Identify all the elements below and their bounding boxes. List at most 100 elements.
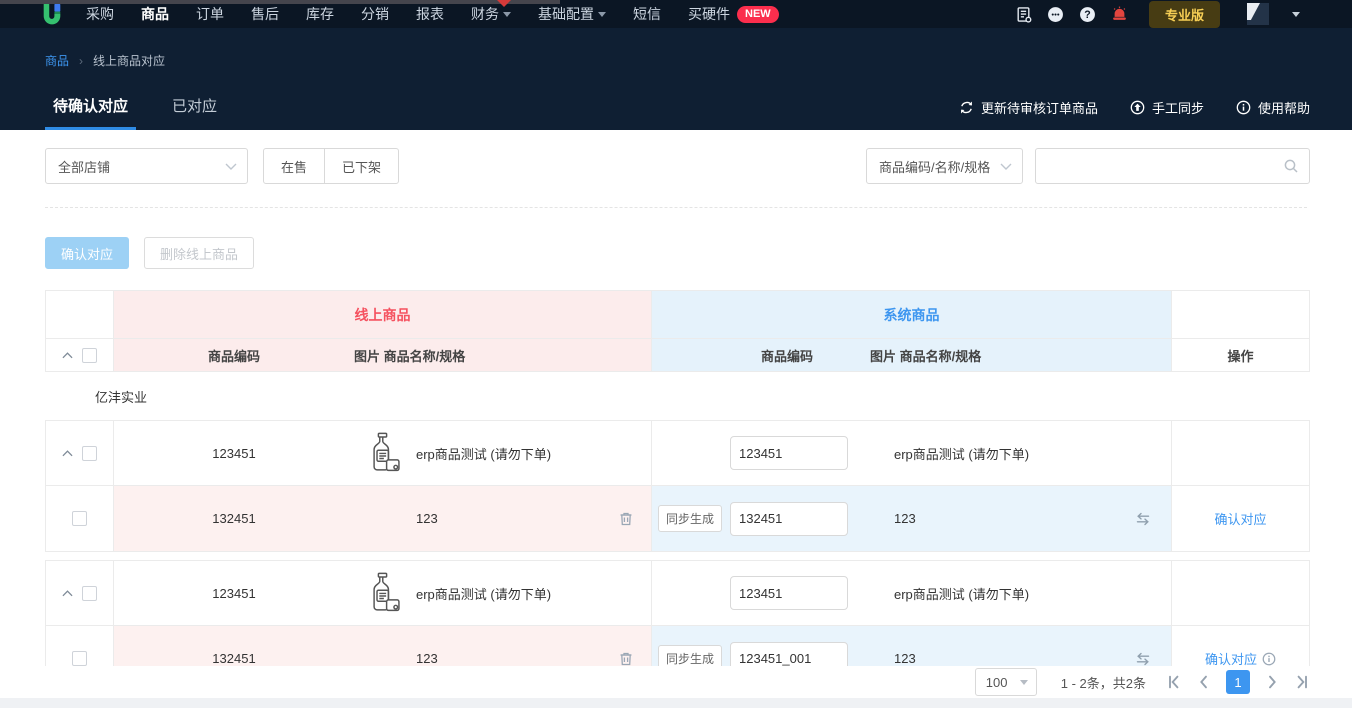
collapse-row-caret-icon[interactable] [62, 450, 73, 457]
trash-icon[interactable] [601, 651, 651, 667]
nav-item-hardware[interactable]: 买硬件 NEW [688, 4, 779, 24]
online-products-header: 线上商品 [355, 305, 411, 325]
breadcrumb-separator: › [79, 54, 83, 68]
search-icon[interactable] [1283, 158, 1299, 174]
status-filter: 在售 已下架 [263, 148, 399, 184]
current-page-button[interactable]: 1 [1226, 670, 1250, 694]
page-size-select[interactable]: 100 [975, 668, 1037, 696]
trash-icon[interactable] [601, 511, 651, 527]
breadcrumb-root[interactable]: 商品 [45, 52, 69, 69]
chevron-down-icon [503, 12, 511, 17]
chevron-down-icon [598, 12, 606, 17]
collapse-all-caret-icon[interactable] [62, 352, 73, 359]
shop-select[interactable]: 全部店铺 [45, 148, 248, 184]
product-image-icon[interactable] [354, 432, 410, 474]
manual-sync-label: 手工同步 [1152, 98, 1204, 117]
next-page-icon[interactable] [1264, 674, 1280, 690]
product-image-icon[interactable] [354, 572, 410, 614]
system-code-input[interactable] [730, 576, 848, 610]
product-group: 123451 erp商品测试 (请勿下单) [45, 420, 1310, 552]
collapse-row-caret-icon[interactable] [62, 590, 73, 597]
online-sku-code: 132451 [114, 651, 354, 666]
online-sku-code: 132451 [114, 511, 354, 526]
info-icon[interactable] [1262, 652, 1276, 666]
update-pending-orders-button[interactable]: 更新待审核订单商品 [959, 98, 1098, 117]
nav-item-orders[interactable]: 订单 [196, 4, 224, 24]
last-page-icon[interactable] [1294, 674, 1310, 690]
tab-matched[interactable]: 已对应 [164, 95, 225, 130]
filter-on-sale-button[interactable]: 在售 [264, 149, 324, 183]
store-name: 亿沣实业 [45, 372, 1310, 420]
chevron-down-icon [217, 163, 237, 170]
nav-item-sms[interactable]: 短信 [633, 4, 661, 24]
online-sku-name: 123 [410, 511, 601, 526]
header-actions: 更新待审核订单商品 手工同步 使用帮助 [959, 98, 1310, 130]
chevron-down-icon [992, 163, 1012, 170]
swap-icon[interactable] [1115, 652, 1171, 666]
delete-online-product-button[interactable]: 删除线上商品 [144, 237, 254, 269]
confirm-match-button[interactable]: 确认对应 [45, 237, 129, 269]
help-guide-button[interactable]: 使用帮助 [1236, 98, 1310, 117]
first-page-icon[interactable] [1166, 674, 1182, 690]
main-menu: 采购 商品 订单 售后 库存 分销 报表 财务 基础配置 短信 买硬件 NEW [86, 4, 779, 24]
app-logo-icon[interactable] [40, 2, 64, 26]
nav-item-finance-label: 财务 [471, 4, 499, 24]
nav-item-inventory[interactable]: 库存 [306, 4, 334, 24]
prev-page-icon[interactable] [1196, 674, 1212, 690]
nav-item-finance[interactable]: 财务 [471, 4, 511, 24]
online-product-name: erp商品测试 (请勿下单) [410, 584, 601, 603]
manual-sync-button[interactable]: 手工同步 [1130, 98, 1204, 117]
system-products-header: 系统商品 [884, 305, 940, 325]
nav-item-purchase[interactable]: 采购 [86, 4, 114, 24]
update-pending-orders-label: 更新待审核订单商品 [981, 98, 1098, 117]
online-code-column-header: 商品编码 [114, 346, 354, 365]
table-header-groups: 线上商品 系统商品 [46, 291, 1309, 339]
row-checkbox[interactable] [72, 651, 87, 666]
user-menu-caret-icon[interactable] [1292, 12, 1300, 17]
system-sku-code-input[interactable] [730, 502, 848, 536]
nav-item-settings-label: 基础配置 [538, 4, 594, 24]
avatar[interactable] [1247, 3, 1269, 25]
search-field-select[interactable]: 商品编码/名称/规格 [866, 148, 1023, 184]
match-table: 线上商品 系统商品 商品编码 图片 商品名称/规格 [45, 290, 1310, 700]
select-all-checkbox[interactable] [82, 348, 97, 363]
row-checkbox[interactable] [72, 511, 87, 526]
nav-item-reports[interactable]: 报表 [416, 4, 444, 24]
alarm-icon[interactable] [1111, 6, 1128, 23]
confirm-match-link[interactable]: 确认对应 [1214, 509, 1266, 528]
chevron-down-icon [1020, 680, 1028, 685]
online-img-name-column-header: 图片 商品名称/规格 [354, 346, 651, 365]
invoice-icon[interactable] [1015, 6, 1032, 23]
filter-off-shelf-button[interactable]: 已下架 [324, 149, 398, 183]
info-icon [1236, 100, 1251, 115]
system-product-name: erp商品测试 (请勿下单) [858, 584, 1115, 603]
nav-item-settings[interactable]: 基础配置 [538, 4, 606, 24]
system-product-name: erp商品测试 (请勿下单) [858, 444, 1115, 463]
nav-item-aftersale[interactable]: 售后 [251, 4, 279, 24]
online-product-code: 123451 [114, 446, 354, 461]
nav-item-products[interactable]: 商品 [141, 4, 169, 24]
row-checkbox[interactable] [82, 586, 97, 601]
version-badge[interactable]: 专业版 [1149, 1, 1220, 28]
help-icon[interactable]: ? [1079, 6, 1096, 23]
filter-row: 全部店铺 在售 已下架 商品编码/名称/规格 [45, 148, 1310, 184]
action-column-header: 操作 [1171, 339, 1309, 371]
system-sku-name: 123 [858, 511, 1115, 526]
row-checkbox[interactable] [82, 446, 97, 461]
chat-icon[interactable] [1047, 6, 1064, 23]
system-code-input[interactable] [730, 436, 848, 470]
page-size-value: 100 [986, 675, 1008, 690]
swap-icon[interactable] [1115, 512, 1171, 526]
tab-pending-match[interactable]: 待确认对应 [45, 95, 136, 130]
table-subrow: 132451 123 同步生成 [46, 486, 1309, 551]
online-product-name: erp商品测试 (请勿下单) [410, 444, 601, 463]
pagination-bar: 100 1 - 2条，共2条 1 [0, 666, 1352, 698]
search-input[interactable] [1046, 159, 1283, 174]
dashed-divider [45, 207, 1307, 208]
nav-item-distribution[interactable]: 分销 [361, 4, 389, 24]
tabs-row: 待确认对应 已对应 更新待审核订单商品 手工同步 [45, 95, 1310, 130]
search-box [1035, 148, 1310, 184]
sync-generate-button[interactable]: 同步生成 [658, 505, 722, 532]
new-badge: NEW [737, 6, 779, 23]
toolbar: 确认对应 删除线上商品 [45, 237, 254, 269]
